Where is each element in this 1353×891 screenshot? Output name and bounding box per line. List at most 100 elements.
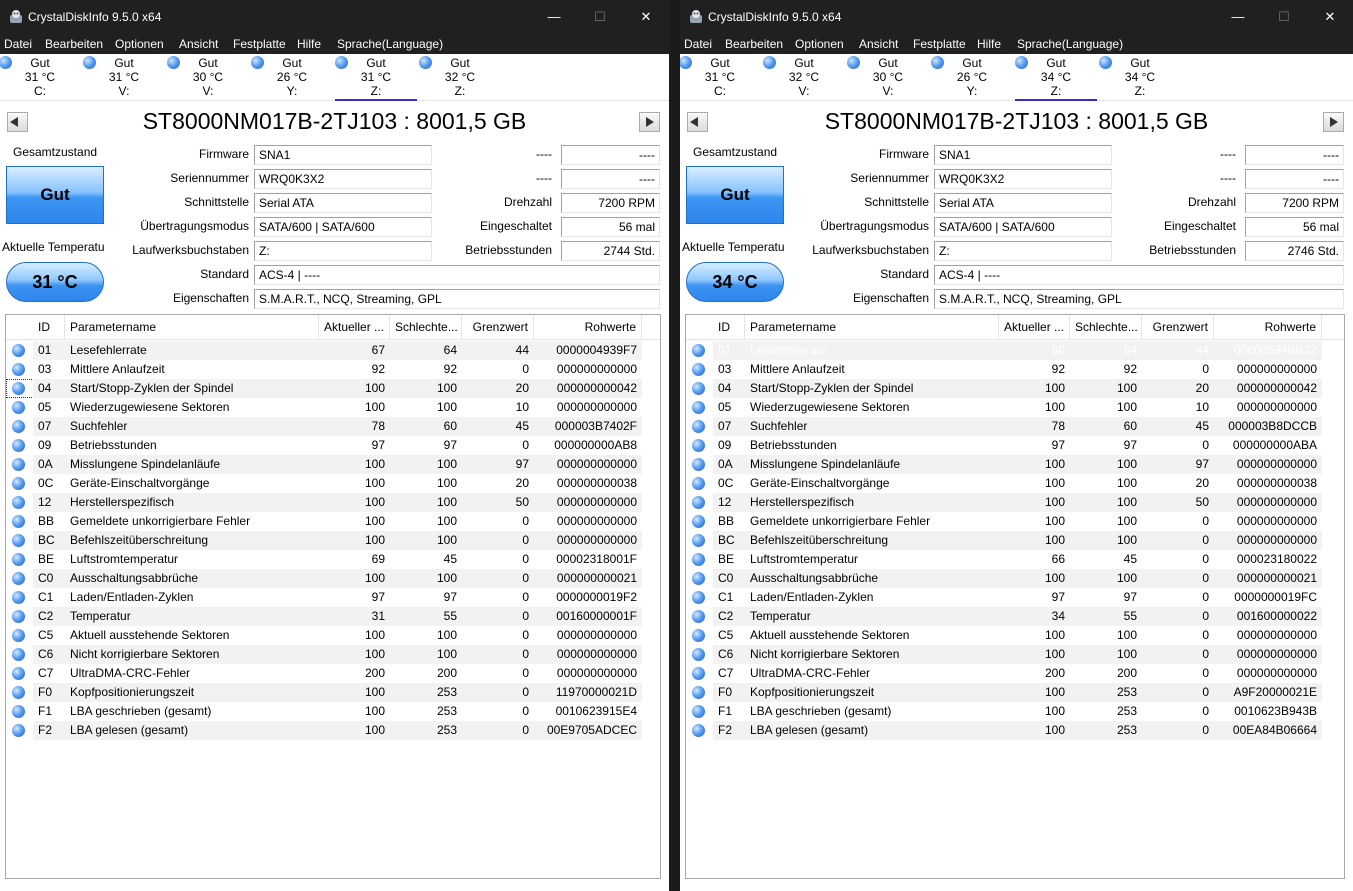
menu-item[interactable]: Hilfe	[977, 37, 1001, 51]
table-row[interactable]: 05 Wiederzugewiesene Sektoren 100 100 10 0000…	[686, 398, 1322, 417]
column-header[interactable]: Aktueller ...	[999, 315, 1070, 340]
column-header[interactable]: Parametername	[65, 315, 319, 340]
table-row[interactable]: 0A Misslungene Spindelanläufe 100 100 97 0000…	[686, 455, 1322, 474]
table-row[interactable]: 09 Betriebsstunden 97 97 0 000000000ABA	[686, 436, 1322, 455]
menu-item[interactable]: Hilfe	[297, 37, 321, 51]
table-row[interactable]: F2 LBA gelesen (gesamt) 100 253 0 00E9705ADCE…	[6, 721, 642, 740]
drive-button[interactable]: Gut 26 °C Y:	[931, 54, 1013, 101]
temperature-button[interactable]: 34 °C	[686, 262, 784, 302]
menu-item[interactable]: Ansicht	[859, 37, 898, 51]
table-row[interactable]: 04 Start/Stopp-Zyklen der Spindel 100 100 20…	[686, 379, 1322, 398]
close-button[interactable]: ✕	[623, 0, 669, 34]
drive-button[interactable]: Gut 31 °C V:	[83, 54, 165, 101]
column-header[interactable]: Grenzwert	[1142, 315, 1214, 340]
table-row[interactable]: 01 Lesefehlerrate 67 64 44 0000004939F7	[6, 341, 642, 360]
table-row[interactable]: 0C Geräte-Einschaltvorgänge 100 100 20 000000…	[6, 474, 642, 493]
table-row[interactable]: C0 Ausschaltungsabbrüche 100 100 0 0000000000…	[686, 569, 1322, 588]
menu-item[interactable]: Sprache(Language)	[337, 37, 443, 51]
table-row[interactable]: C0 Ausschaltungsabbrüche 100 100 0 0000000000…	[6, 569, 642, 588]
health-status-button[interactable]: Gut	[6, 166, 104, 224]
current-value: 200	[364, 666, 385, 680]
table-row[interactable]: 03 Mittlere Anlaufzeit 92 92 0 000000000000	[6, 360, 642, 379]
column-header[interactable]: Grenzwert	[462, 315, 534, 340]
table-row[interactable]: 07 Suchfehler 78 60 45 000003B8DCCB	[686, 417, 1322, 436]
menu-item[interactable]: Festplatte	[233, 37, 286, 51]
table-row[interactable]: 0C Geräte-Einschaltvorgänge 100 100 20 000000…	[686, 474, 1322, 493]
minimize-button[interactable]: —	[531, 0, 577, 34]
previous-disk-button[interactable]	[687, 112, 708, 132]
drive-button[interactable]: Gut 34 °C Z:	[1099, 54, 1181, 101]
table-row[interactable]: F0 Kopfpositionierungszeit 100 253 0 A9F20000…	[686, 683, 1322, 702]
table-row[interactable]: F0 Kopfpositionierungszeit 100 253 0 11970000…	[6, 683, 642, 702]
drive-button[interactable]: Gut 30 °C V:	[167, 54, 249, 101]
table-row[interactable]: C6 Nicht korrigierbare Sektoren 100 100 0 000…	[686, 645, 1322, 664]
next-disk-button[interactable]	[1323, 112, 1344, 132]
table-row[interactable]: 12 Herstellerspezifisch 100 100 50 0000000000…	[6, 493, 642, 512]
table-row[interactable]: 04 Start/Stopp-Zyklen der Spindel 100 100 20…	[6, 379, 642, 398]
smart-attribute-table[interactable]: ID Parametername Aktueller ... Schlechte...…	[685, 314, 1345, 879]
menu-item[interactable]: Bearbeiten	[725, 37, 783, 51]
table-row[interactable]: 09 Betriebsstunden 97 97 0 000000000AB8	[6, 436, 642, 455]
table-row[interactable]: 0A Misslungene Spindelanläufe 100 100 97 0000…	[6, 455, 642, 474]
menu-item[interactable]: Ansicht	[179, 37, 218, 51]
column-header[interactable]: Schlechte...	[1070, 315, 1142, 340]
drive-button[interactable]: Gut 32 °C Z:	[419, 54, 501, 101]
column-header[interactable]: ID	[33, 315, 65, 340]
menu-item[interactable]: Festplatte	[913, 37, 966, 51]
table-row[interactable]: BE Luftstromtemperatur 66 45 0 000023180022	[686, 550, 1322, 569]
column-header[interactable]: Rohwerte	[534, 315, 642, 340]
drive-button[interactable]: Gut 32 °C V:	[763, 54, 845, 101]
menu-item[interactable]: Optionen	[795, 37, 844, 51]
table-row[interactable]: 03 Mittlere Anlaufzeit 92 92 0 000000000000	[686, 360, 1322, 379]
table-row[interactable]: C5 Aktuell ausstehende Sektoren 100 100 0 000…	[686, 626, 1322, 645]
table-row[interactable]: C1 Laden/Entladen-Zyklen 97 97 0 0000000019F2	[6, 588, 642, 607]
next-disk-button[interactable]	[639, 112, 660, 132]
column-header[interactable]: Rohwerte	[1214, 315, 1322, 340]
close-button[interactable]: ✕	[1307, 0, 1353, 34]
table-row[interactable]: 12 Herstellerspezifisch 100 100 50 0000000000…	[686, 493, 1322, 512]
table-row[interactable]: BB Gemeldete unkorrigierbare Fehler 100 100…	[6, 512, 642, 531]
column-header[interactable]: Aktueller ...	[319, 315, 390, 340]
table-row[interactable]: 01 Lesefehlerrate 80 64 44 00000594BB22	[686, 341, 1322, 360]
title-bar[interactable]: CrystalDiskInfo 9.5.0 x64 — ☐ ✕	[680, 0, 1353, 34]
table-row[interactable]: F1 LBA geschrieben (gesamt) 100 253 0 0010623…	[6, 702, 642, 721]
drive-button[interactable]: Gut 26 °C Y:	[251, 54, 333, 101]
table-row[interactable]: F2 LBA gelesen (gesamt) 100 253 0 00EA84B0666…	[686, 721, 1322, 740]
table-row[interactable]: 05 Wiederzugewiesene Sektoren 100 100 10 0000…	[6, 398, 642, 417]
table-row[interactable]: C2 Temperatur 34 55 0 001600000022	[686, 607, 1322, 626]
table-row[interactable]: C7 UltraDMA-CRC-Fehler 200 200 0 000000000000	[6, 664, 642, 683]
maximize-button[interactable]: ☐	[1261, 0, 1307, 34]
table-row[interactable]: F1 LBA geschrieben (gesamt) 100 253 0 0010623…	[686, 702, 1322, 721]
health-status-button[interactable]: Gut	[686, 166, 784, 224]
smart-attribute-table[interactable]: ID Parametername Aktueller ... Schlechte...…	[5, 314, 661, 879]
temperature-button[interactable]: 31 °C	[6, 262, 104, 302]
drive-button[interactable]: Gut 34 °C Z:	[1015, 54, 1097, 101]
table-row[interactable]: BB Gemeldete unkorrigierbare Fehler 100 100…	[686, 512, 1322, 531]
menu-item[interactable]: Optionen	[115, 37, 164, 51]
table-row[interactable]: BE Luftstromtemperatur 69 45 0 00002318001F	[6, 550, 642, 569]
previous-disk-button[interactable]	[7, 112, 28, 132]
drive-button[interactable]: Gut 31 °C Z:	[335, 54, 417, 101]
menu-item[interactable]: Sprache(Language)	[1017, 37, 1123, 51]
menu-item[interactable]: Datei	[4, 37, 32, 51]
column-header[interactable]: Parametername	[745, 315, 999, 340]
power_on_hours-label: Betriebsstunden	[465, 243, 552, 257]
table-row[interactable]: C2 Temperatur 31 55 0 00160000001F	[6, 607, 642, 626]
table-row[interactable]: 07 Suchfehler 78 60 45 000003B7402F	[6, 417, 642, 436]
column-header[interactable]: Schlechte...	[390, 315, 462, 340]
minimize-button[interactable]: —	[1215, 0, 1261, 34]
title-bar[interactable]: CrystalDiskInfo 9.5.0 x64 — ☐ ✕	[0, 0, 669, 34]
drive-button[interactable]: Gut 31 °C C:	[0, 54, 81, 101]
table-row[interactable]: BC Befehlszeitüberschreitung 100 100 0 000000…	[686, 531, 1322, 550]
column-header[interactable]: ID	[713, 315, 745, 340]
table-row[interactable]: BC Befehlszeitüberschreitung 100 100 0 000000…	[6, 531, 642, 550]
menu-item[interactable]: Bearbeiten	[45, 37, 103, 51]
table-row[interactable]: C7 UltraDMA-CRC-Fehler 200 200 0 000000000000	[686, 664, 1322, 683]
table-row[interactable]: C1 Laden/Entladen-Zyklen 97 97 0 0000000019FC	[686, 588, 1322, 607]
maximize-button[interactable]: ☐	[577, 0, 623, 34]
drive-button[interactable]: Gut 30 °C V:	[847, 54, 929, 101]
table-row[interactable]: C5 Aktuell ausstehende Sektoren 100 100 0 000…	[6, 626, 642, 645]
table-row[interactable]: C6 Nicht korrigierbare Sektoren 100 100 0 000…	[6, 645, 642, 664]
drive-button[interactable]: Gut 31 °C C:	[680, 54, 761, 101]
menu-item[interactable]: Datei	[684, 37, 712, 51]
